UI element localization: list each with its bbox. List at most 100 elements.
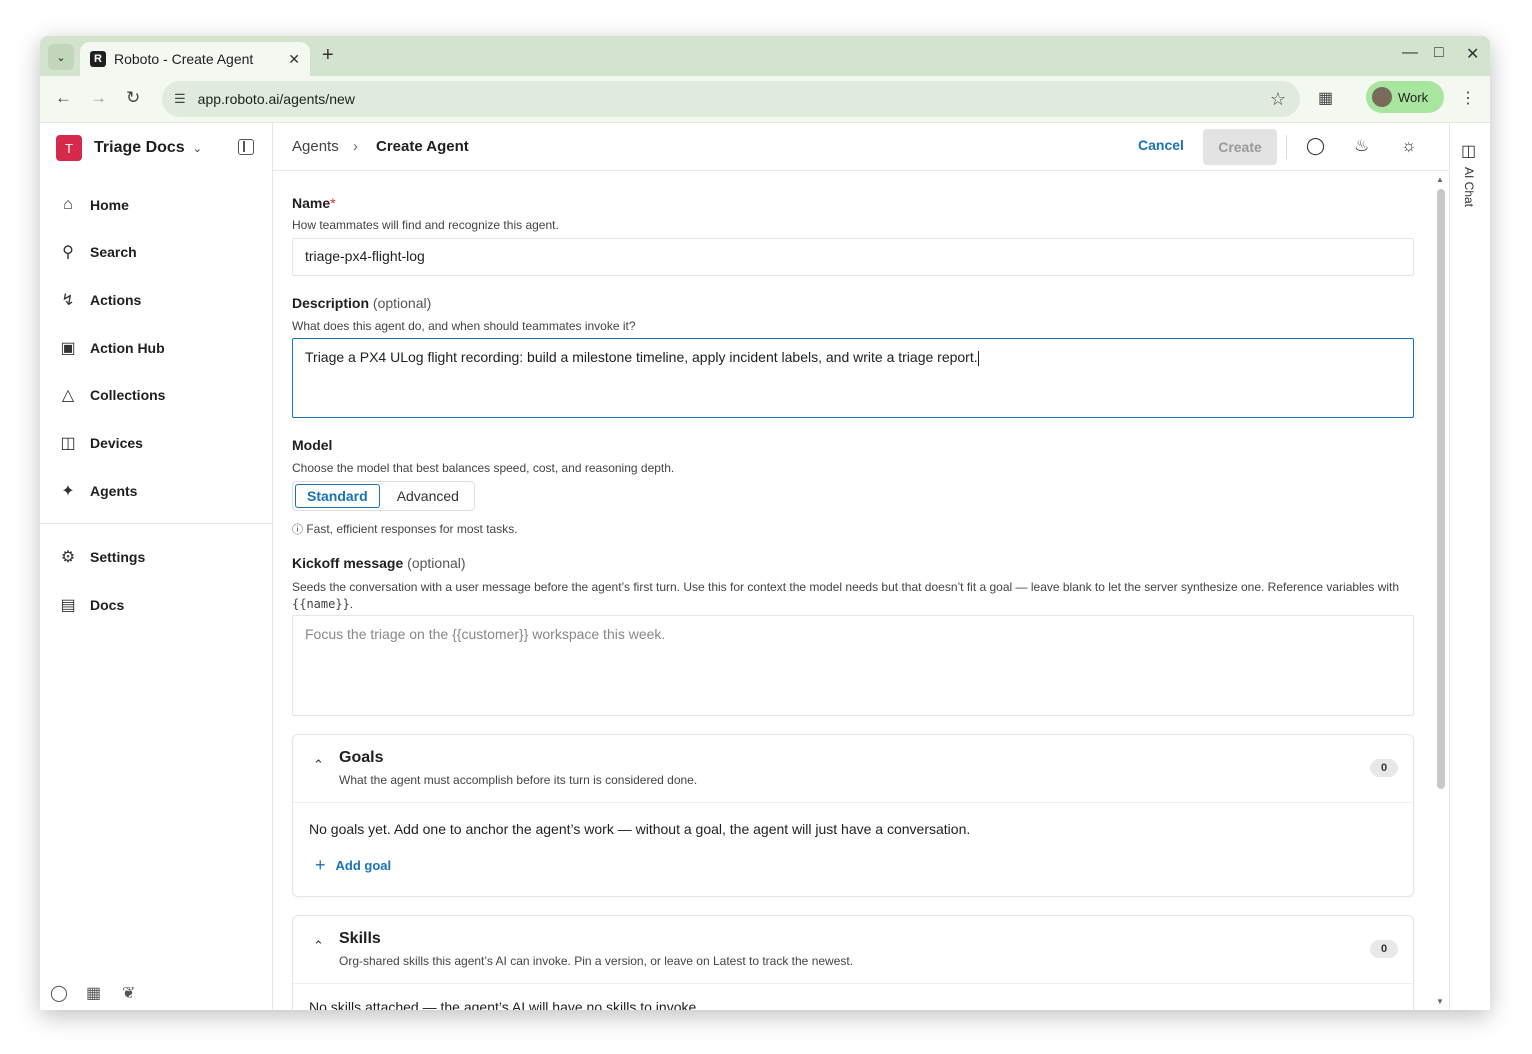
info-icon: ⓘ [292,524,303,536]
sidebar-item-collections[interactable]: △ Collections [58,380,166,410]
sidebar-item-actions[interactable]: ↯ Actions [58,285,141,315]
model-selector[interactable]: Standard Advanced [292,481,475,511]
header-divider [1286,135,1287,159]
linkedin-icon[interactable]: ▦ [86,983,101,1003]
document-icon: ▤ [60,597,76,614]
bolt-icon: ↯ [61,292,75,309]
model-note: ⓘ Fast, efficient responses for most tas… [292,521,518,537]
chevron-down-icon: ⌄ [192,142,202,155]
ai-chat-rail[interactable]: ◫ AI Chat [1449,123,1490,1010]
page-header: Agents › Create Agent Cancel Create ◯ ♨ … [273,123,1449,171]
sidebar-item-action-hub[interactable]: ▣ Action Hub [58,333,164,363]
browser-window: ⌄ R Roboto - Create Agent ✕ + — □ ✕ ← → … [40,36,1490,1010]
sidebar-item-label: Devices [90,435,143,451]
model-help: Choose the model that best balances spee… [292,461,675,475]
sidebar-item-settings[interactable]: ⚙ Settings [58,542,145,572]
close-icon[interactable]: ✕ [288,51,300,68]
browser-menu-icon[interactable]: ⋮ [1460,88,1476,108]
sidebar: T Triage Docs ⌄ ⌂ Home ⚲ Search ↯ Action… [40,123,273,1010]
description-label-text: Description [292,295,370,311]
maximize-icon[interactable]: □ [1434,44,1444,62]
text-cursor [977,350,979,366]
sidebar-item-label: Search [90,244,137,260]
description-label: Description (optional) [292,295,431,311]
kickoff-help-code: {{name}} [292,597,350,611]
extensions-icon[interactable]: ▦ [1318,88,1333,108]
sidebar-item-devices[interactable]: ◫ Devices [58,428,143,458]
sidebar-item-label: Collections [90,387,166,403]
browser-tab[interactable]: R Roboto - Create Agent ✕ [80,42,310,76]
tab-search-button[interactable]: ⌄ [48,44,74,70]
create-agent-form: Name* How teammates will find and recogn… [273,171,1449,1010]
sidebar-item-home[interactable]: ⌂ Home [58,190,129,220]
skills-card-header[interactable]: ⌃ Skills Org-shared skills this agent’s … [293,916,1413,984]
skills-card: ⌃ Skills Org-shared skills this agent’s … [292,915,1414,1010]
create-button[interactable]: Create [1203,129,1277,165]
skills-count-badge: 0 [1370,940,1398,958]
cancel-button[interactable]: Cancel [1138,137,1184,153]
browser-toolbar: ← → ↻ ☰ app.roboto.ai/agents/new ☆ ▦ Wor… [40,76,1490,122]
name-field[interactable]: triage-px4-flight-log [292,238,1414,276]
url-text: app.roboto.ai/agents/new [197,91,355,107]
scrollbar[interactable] [1437,189,1445,789]
bookmark-star-icon[interactable]: ☆ [1270,89,1286,110]
chat-bubble-icon[interactable]: ◯ [1306,136,1325,156]
model-note-text: Fast, efficient responses for most tasks… [306,522,518,536]
sidebar-item-search[interactable]: ⚲ Search [58,237,137,267]
breadcrumb-separator-icon: › [353,138,358,155]
reload-icon[interactable]: ↻ [126,88,140,108]
name-help: How teammates will find and recognize th… [292,218,559,232]
skills-empty-text: No skills attached — the agent’s AI will… [309,999,701,1010]
site-settings-icon[interactable]: ☰ [174,91,186,107]
required-marker: * [330,195,336,211]
add-goal-button[interactable]: + Add goal [315,855,391,876]
tab-strip: ⌄ R Roboto - Create Agent ✕ + — □ ✕ [40,36,1490,76]
chevron-up-icon[interactable]: ⌃ [313,938,324,954]
goals-card: ⌃ Goals What the agent must accomplish b… [292,734,1414,897]
chevron-up-icon[interactable]: ⌃ [313,757,324,773]
ai-chat-label: AI Chat [1462,167,1476,208]
add-goal-label: Add goal [335,858,392,873]
breadcrumb-agents[interactable]: Agents [292,138,339,155]
minimize-icon[interactable]: — [1402,44,1418,62]
new-tab-button[interactable]: + [322,44,334,67]
name-label: Name* [292,195,336,211]
goals-empty-text: No goals yet. Add one to anchor the agen… [309,821,971,837]
name-label-text: Name [292,195,331,211]
scroll-down-icon[interactable]: ▼ [1436,997,1444,1006]
sidebar-item-label: Settings [90,549,146,565]
scroll-up-icon[interactable]: ▲ [1436,175,1444,184]
goals-title: Goals [339,749,384,766]
gear-icon: ⚙ [60,549,76,566]
goals-card-header[interactable]: ⌃ Goals What the agent must accomplish b… [293,735,1413,803]
address-bar[interactable]: ☰ app.roboto.ai/agents/new ☆ [162,81,1300,117]
kickoff-textarea[interactable]: Focus the triage on the {{customer}} wor… [292,615,1414,716]
model-option-standard[interactable]: Standard [295,484,380,508]
profile-button[interactable]: Work [1366,81,1444,113]
sun-icon[interactable]: ☼ [1401,136,1417,156]
sidebar-collapse-icon[interactable] [238,139,254,155]
bell-icon[interactable]: ♨ [1354,136,1369,156]
home-icon: ⌂ [63,196,73,213]
goals-subtitle: What the agent must accomplish before it… [339,773,698,787]
workspace-name: Triage Docs [94,139,185,156]
sidebar-item-label: Docs [90,597,125,613]
back-icon[interactable]: ← [55,88,72,108]
sidebar-item-agents[interactable]: ✦ Agents [58,476,137,506]
description-value: Triage a PX4 ULog flight recording: buil… [305,349,978,365]
forward-icon[interactable]: → [90,88,107,108]
workspace-switcher[interactable]: T Triage Docs ⌄ [56,135,202,161]
model-option-advanced[interactable]: Advanced [382,482,474,510]
robot-icon: ◫ [1461,143,1477,160]
shapes-icon: △ [61,387,75,404]
github-icon[interactable]: ◯ [50,983,68,1003]
window-close-icon[interactable]: ✕ [1466,44,1479,64]
sparkles-icon: ✦ [61,483,75,500]
sidebar-item-docs[interactable]: ▤ Docs [58,590,124,620]
description-textarea[interactable]: Triage a PX4 ULog flight recording: buil… [292,338,1414,418]
kickoff-help: Seeds the conversation with a user messa… [292,579,1414,613]
twitter-icon[interactable]: ❦ [122,983,135,1003]
name-value: triage-px4-flight-log [305,248,425,264]
roboto-favicon-icon: R [90,51,106,67]
search-icon: ⚲ [62,244,74,261]
